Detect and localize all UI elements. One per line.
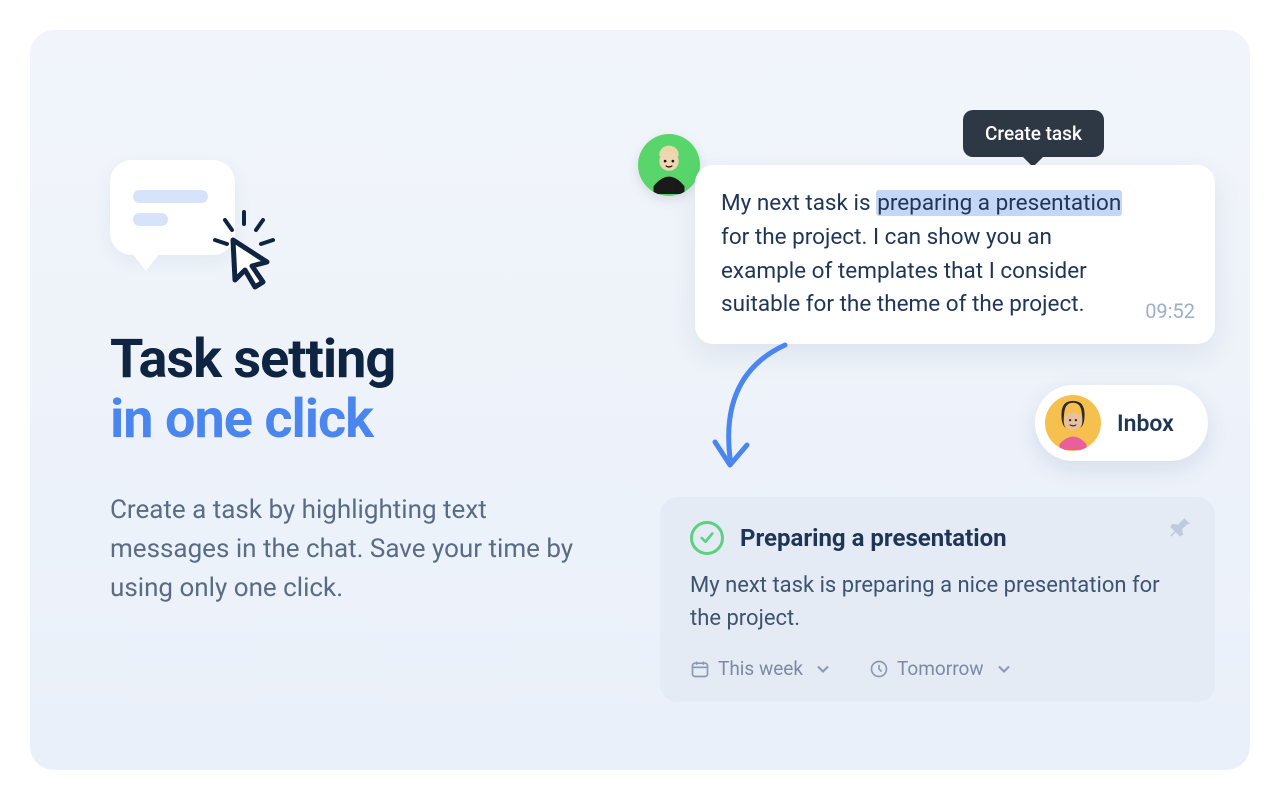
message-text-after: for the project. I can show you an examp… bbox=[721, 224, 1087, 318]
date-range-label: This week bbox=[718, 657, 803, 680]
left-panel: Task setting in one click Create a task … bbox=[110, 90, 630, 710]
chevron-down-icon bbox=[813, 659, 833, 679]
task-body: My next task is preparing a nice present… bbox=[690, 569, 1185, 635]
sender-avatar-icon bbox=[638, 134, 700, 196]
task-date-range[interactable]: This week bbox=[690, 657, 833, 680]
task-meta: This week Tomorrow bbox=[690, 657, 1185, 680]
create-task-tooltip[interactable]: Create task bbox=[963, 110, 1104, 157]
inbox-chip[interactable]: Inbox bbox=[1035, 385, 1208, 461]
cursor-click-icon bbox=[205, 210, 283, 294]
curved-arrow-icon bbox=[685, 340, 805, 484]
pin-icon[interactable] bbox=[1167, 515, 1193, 545]
task-card[interactable]: Preparing a presentation My next task is… bbox=[660, 497, 1215, 702]
heading: Task setting in one click bbox=[110, 330, 630, 451]
due-label: Tomorrow bbox=[897, 657, 984, 680]
subheading: Create a task by highlighting text messa… bbox=[110, 491, 580, 608]
heading-line-2: in one click bbox=[110, 390, 630, 450]
clock-icon bbox=[869, 659, 889, 679]
feature-card: Task setting in one click Create a task … bbox=[30, 30, 1250, 770]
tooltip-label: Create task bbox=[985, 122, 1082, 145]
right-panel: Create task My next task is preparing a … bbox=[630, 90, 1190, 710]
message-highlighted-text[interactable]: preparing a presentation bbox=[876, 190, 1122, 216]
chat-click-illustration bbox=[110, 160, 290, 290]
calendar-icon bbox=[690, 659, 710, 679]
inbox-label: Inbox bbox=[1117, 410, 1174, 437]
message-timestamp: 09:52 bbox=[1145, 296, 1195, 326]
task-header: Preparing a presentation bbox=[690, 521, 1185, 555]
chat-message[interactable]: My next task is preparing a presentation… bbox=[695, 165, 1215, 344]
task-title: Preparing a presentation bbox=[740, 524, 1007, 552]
assignee-avatar-icon bbox=[1045, 395, 1101, 451]
chevron-down-icon bbox=[994, 659, 1014, 679]
heading-line-1: Task setting bbox=[110, 328, 395, 391]
task-due[interactable]: Tomorrow bbox=[869, 657, 1014, 680]
check-circle-icon[interactable] bbox=[690, 521, 724, 555]
message-text-before: My next task is bbox=[721, 190, 876, 216]
